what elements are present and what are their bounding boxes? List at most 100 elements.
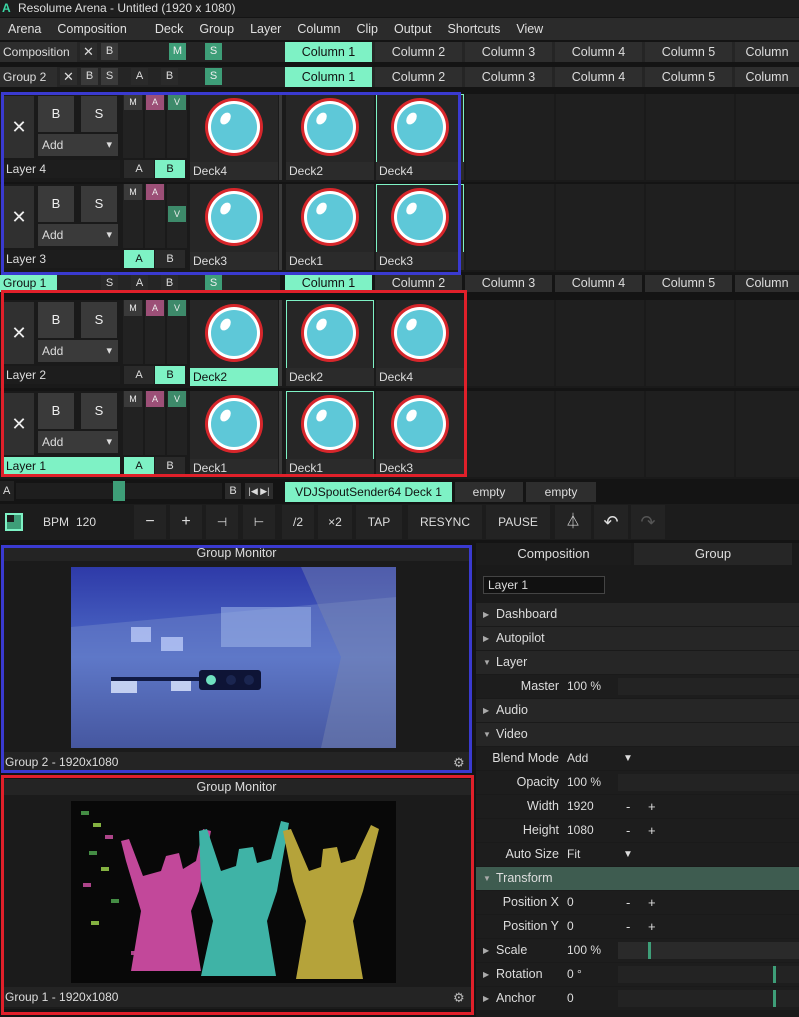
menu-arena[interactable]: Arena xyxy=(0,18,49,40)
tab-composition[interactable]: Composition xyxy=(476,543,631,565)
empty-clip-slot[interactable] xyxy=(646,391,734,477)
section-transform[interactable]: ▼ Transform xyxy=(476,867,799,890)
empty-clip-slot[interactable] xyxy=(466,94,554,180)
gear-icon[interactable]: ⚙ xyxy=(453,755,467,770)
bpm-value[interactable]: 120 xyxy=(76,505,132,539)
layer-crossfade-a[interactable]: A xyxy=(124,250,154,268)
layer-m-button[interactable]: M xyxy=(124,94,142,110)
metronome-square-icon[interactable] xyxy=(5,513,23,531)
column-header-6[interactable]: Column xyxy=(735,42,799,62)
metronome-icon[interactable]: ⏃ xyxy=(555,505,591,539)
opacity-value[interactable]: 100 % xyxy=(567,771,601,794)
clip-cell[interactable]: Deck2 xyxy=(190,300,278,386)
redo-icon[interactable]: ↷ xyxy=(631,505,665,539)
clip-cell[interactable]: Deck2 xyxy=(286,300,374,386)
position-x-value[interactable]: 0 xyxy=(567,891,574,914)
group1-b-button[interactable]: B xyxy=(161,275,178,291)
clip-thumbnail[interactable] xyxy=(376,300,464,366)
clip-thumbnail[interactable] xyxy=(190,300,278,366)
clip-cell[interactable]: Deck4 xyxy=(376,300,464,386)
group2-s-button[interactable]: S xyxy=(205,68,222,85)
collapsed-triangle-icon[interactable]: ▶ xyxy=(483,987,489,1010)
layer-crossfade-b[interactable]: B xyxy=(155,250,185,268)
layer-name-field[interactable]: Layer 1 xyxy=(483,576,605,594)
composition-solo-button[interactable]: S xyxy=(205,43,222,60)
column-header-5[interactable]: Column 5 xyxy=(645,42,732,62)
layer-solo-button[interactable]: S xyxy=(81,302,117,338)
collapsed-triangle-icon[interactable]: ▶ xyxy=(483,963,489,986)
position-y-minus-button[interactable]: - xyxy=(626,915,630,938)
group2-clear-icon[interactable]: ✕ xyxy=(60,68,77,85)
column-header-6[interactable]: Column xyxy=(735,67,799,87)
menu-layer[interactable]: Layer xyxy=(242,18,289,40)
column-header-2[interactable]: Column 2 xyxy=(375,275,462,292)
tab-group[interactable]: Group xyxy=(634,543,792,565)
column-header-4[interactable]: Column 4 xyxy=(555,67,642,87)
bpm-plus-button[interactable]: + xyxy=(170,505,202,539)
gear-icon[interactable]: ⚙ xyxy=(453,990,467,1005)
pause-button[interactable]: PAUSE xyxy=(486,505,550,539)
scale-value[interactable]: 100 % xyxy=(567,939,601,962)
section-autopilot[interactable]: ▶ Autopilot xyxy=(476,627,799,650)
layer-m-button[interactable]: M xyxy=(124,300,142,316)
deck-tab-empty-2[interactable]: empty xyxy=(526,482,596,502)
empty-clip-slot[interactable] xyxy=(556,391,644,477)
master-value[interactable]: 100 % xyxy=(567,675,601,698)
section-video[interactable]: ▼ Video xyxy=(476,723,799,746)
composition-bypass-button[interactable]: B xyxy=(101,43,118,60)
layer-bypass-button[interactable]: B xyxy=(38,96,74,132)
empty-clip-slot[interactable] xyxy=(556,300,644,386)
layer-a-button[interactable]: A xyxy=(146,391,164,407)
menu-deck[interactable]: Deck xyxy=(135,18,191,40)
clip-thumbnail[interactable] xyxy=(190,184,278,250)
column-header-4[interactable]: Column 4 xyxy=(555,42,642,62)
layer-solo-button[interactable]: S xyxy=(81,96,117,132)
column-header-3[interactable]: Column 3 xyxy=(465,275,552,292)
clip-thumbnail[interactable] xyxy=(376,94,464,160)
anchor-value[interactable]: 0 xyxy=(567,987,574,1010)
deck-tab-empty-1[interactable]: empty xyxy=(455,482,523,502)
composition-clear-icon[interactable]: ✕ xyxy=(80,43,97,60)
layer-bypass-button[interactable]: B xyxy=(38,393,74,429)
empty-clip-slot[interactable] xyxy=(736,184,799,270)
layer-crossfade-b[interactable]: B xyxy=(155,457,185,475)
clip-thumbnail[interactable] xyxy=(190,391,278,457)
width-value[interactable]: 1920 xyxy=(567,795,594,818)
layer-crossfade-a[interactable]: A xyxy=(124,457,154,475)
clip-cell[interactable]: Deck3 xyxy=(376,391,464,477)
group2-b-button[interactable]: B xyxy=(161,68,178,85)
layer-a-button[interactable]: A xyxy=(146,300,164,316)
empty-clip-slot[interactable] xyxy=(556,184,644,270)
layer-v-button[interactable]: V xyxy=(168,94,186,110)
clip-thumbnail[interactable] xyxy=(286,300,374,366)
position-y-plus-button[interactable]: + xyxy=(648,915,656,938)
composition-m-button[interactable]: M xyxy=(169,43,186,60)
scale-slider[interactable] xyxy=(618,942,799,959)
empty-clip-slot[interactable] xyxy=(556,94,644,180)
group2-a-button[interactable]: A xyxy=(131,68,148,85)
auto-size-value[interactable]: Fit xyxy=(567,843,580,866)
clip-thumbnail[interactable] xyxy=(376,391,464,457)
deck-tab-active[interactable]: VDJSpoutSender64 Deck 1 xyxy=(285,482,452,502)
layer-solo-button[interactable]: S xyxy=(81,393,117,429)
nudge-forward-icon[interactable]: ⊢ xyxy=(243,505,275,539)
layer-crossfade-a[interactable]: A xyxy=(124,160,154,178)
clip-thumbnail[interactable] xyxy=(286,391,374,457)
resync-button[interactable]: RESYNC xyxy=(408,505,482,539)
layer-crossfade-a[interactable]: A xyxy=(124,366,154,384)
crossfader-b-label[interactable]: B xyxy=(225,483,241,499)
layer-v-button[interactable]: V xyxy=(168,391,186,407)
layer-clear-icon[interactable]: ✕ xyxy=(4,302,34,364)
column-header-6[interactable]: Column xyxy=(735,275,799,292)
clip-cell[interactable]: Deck4 xyxy=(190,94,278,180)
collapsed-triangle-icon[interactable]: ▶ xyxy=(483,939,489,962)
layer-bypass-button[interactable]: B xyxy=(38,302,74,338)
section-layer[interactable]: ▼ Layer xyxy=(476,651,799,674)
column-header-1[interactable]: Column 1 xyxy=(285,275,372,292)
bpm-double-button[interactable]: ×2 xyxy=(318,505,352,539)
layer-crossfade-b[interactable]: B xyxy=(155,366,185,384)
menu-clip[interactable]: Clip xyxy=(348,18,386,40)
clip-thumbnail[interactable] xyxy=(286,94,374,160)
clip-cell[interactable]: Deck2 xyxy=(286,94,374,180)
group2-label[interactable]: Group 2 xyxy=(0,67,57,87)
